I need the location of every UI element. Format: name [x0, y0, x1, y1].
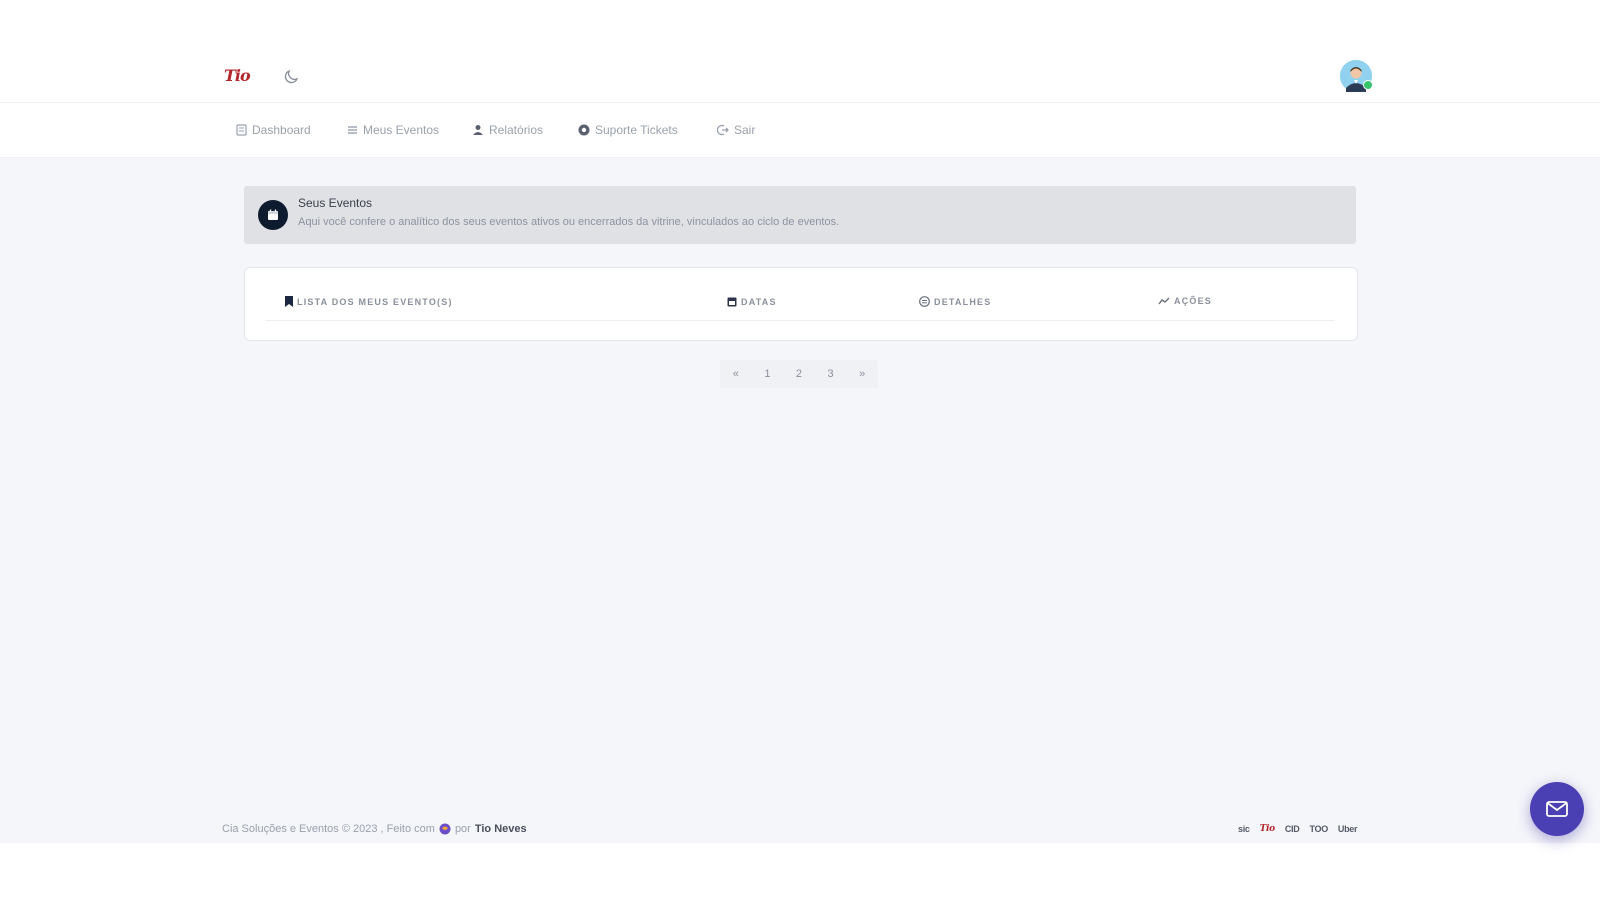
pagination-page-1[interactable]: 1 — [752, 360, 784, 388]
nav-label: Relatórios — [489, 123, 544, 137]
user-avatar[interactable] — [1340, 60, 1373, 92]
nav-item-meus-eventos[interactable]: Meus Eventos — [347, 119, 439, 141]
events-badge-icon — [258, 200, 288, 230]
pagination-prev-button[interactable]: « — [720, 360, 752, 388]
column-header-actions: AÇÕES — [1158, 296, 1212, 306]
main-nav: Dashboard Meus Eventos Relatórios Suport… — [0, 103, 1600, 158]
info-banner: Seus Eventos Aqui você confere o analíti… — [244, 186, 1356, 244]
partner-logo: CID — [1284, 824, 1300, 834]
banner-description: Aqui você confere o analítico dos seus e… — [298, 216, 840, 228]
partner-logo: TOO — [1309, 824, 1328, 834]
bookmark-icon — [285, 296, 293, 307]
logout-icon — [717, 124, 729, 136]
pagination-page-3[interactable]: 3 — [815, 360, 847, 388]
events-table: LISTA DOS MEUS EVENTO(S) DATAS DETALHES … — [244, 267, 1358, 341]
partner-logo: Tio — [1259, 824, 1276, 834]
nav-item-dashboard[interactable]: Dashboard — [236, 119, 311, 141]
nav-item-relatorios[interactable]: Relatórios — [472, 119, 543, 141]
footer: Cia Soluções e Eventos © 2023 , Feito co… — [0, 800, 1600, 843]
nav-label: Dashboard — [252, 123, 311, 137]
nav-label: Sair — [734, 123, 756, 137]
chat-button[interactable] — [1530, 782, 1584, 836]
pagination-next-button[interactable]: » — [846, 360, 878, 388]
main-content: Seus Eventos Aqui você confere o analíti… — [0, 158, 1600, 843]
pagination-page-2[interactable]: 2 — [783, 360, 815, 388]
mail-icon — [1546, 801, 1568, 817]
heart-globe-icon — [439, 823, 451, 835]
nav-label: Suporte Tickets — [595, 123, 678, 137]
details-icon — [919, 296, 930, 307]
actions-icon — [1158, 297, 1170, 305]
top-bar: Tio — [0, 0, 1600, 103]
table-header-divider — [265, 320, 1335, 321]
banner-title: Seus Eventos — [298, 196, 373, 210]
dashboard-icon — [236, 124, 247, 136]
theme-toggle-button[interactable] — [280, 66, 302, 88]
moon-icon — [284, 69, 299, 84]
nav-label: Meus Eventos — [363, 123, 440, 137]
footer-author-link[interactable]: Tio Neves — [475, 823, 527, 835]
pagination: « 1 2 3 » — [720, 360, 878, 388]
nav-item-sair[interactable]: Sair — [717, 119, 755, 141]
calendar-icon — [727, 297, 737, 307]
partner-logos: sic Tio CID TOO Uber — [1238, 824, 1358, 834]
app-logo[interactable]: Tio — [224, 66, 254, 86]
online-status-dot — [1363, 80, 1373, 90]
report-icon — [473, 125, 483, 135]
column-header-details: DETALHES — [919, 296, 991, 307]
footer-copyright: Cia Soluções e Eventos © 2023 , Feito co… — [222, 823, 527, 835]
partner-logo: Uber — [1337, 824, 1358, 834]
partner-logo: sic — [1238, 824, 1250, 834]
list-icon — [348, 126, 357, 134]
column-header-events: LISTA DOS MEUS EVENTO(S) — [285, 296, 453, 307]
nav-item-suporte-tickets[interactable]: Suporte Tickets — [578, 119, 678, 141]
support-icon — [578, 124, 590, 136]
column-header-dates: DATAS — [727, 296, 777, 307]
